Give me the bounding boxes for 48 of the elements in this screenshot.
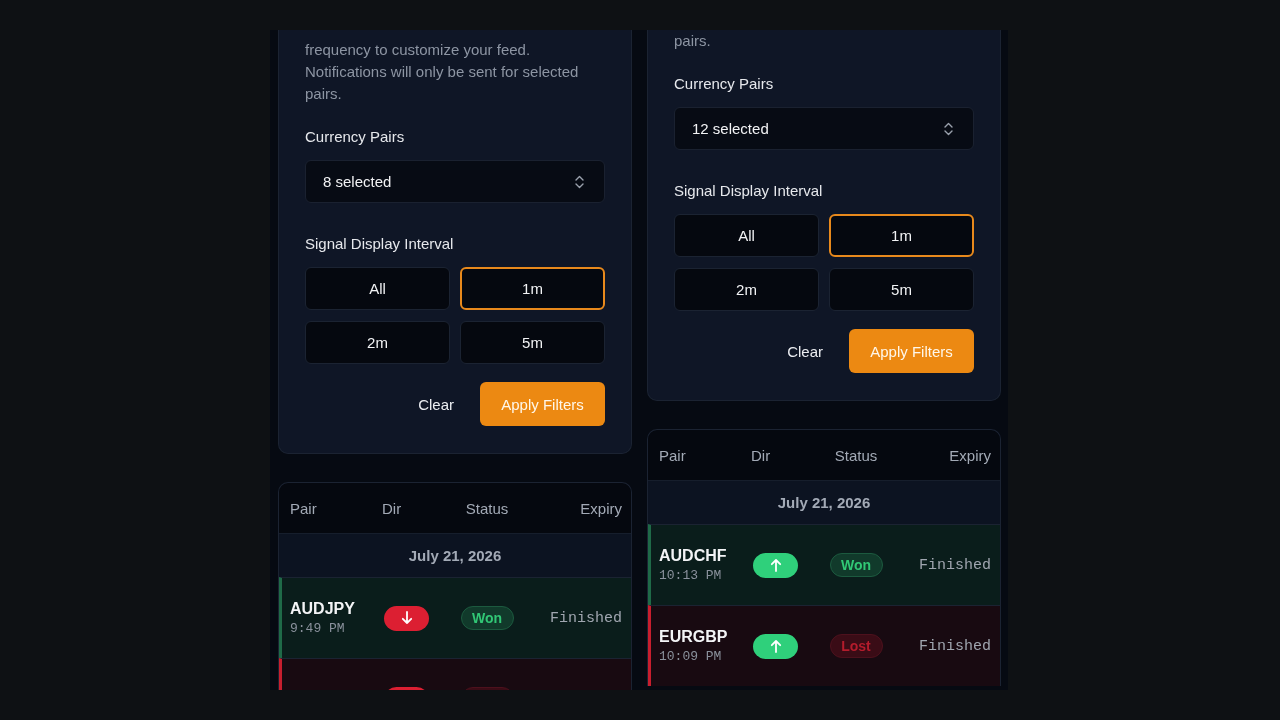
date-header: July 21, 2026 xyxy=(279,533,631,577)
interval-option[interactable]: 2m xyxy=(674,268,819,311)
arrow-down-icon xyxy=(400,611,413,625)
signal-row[interactable]: EURGBP 10:09 PM Lost Finished xyxy=(648,605,1000,686)
column-header: Pair xyxy=(659,446,687,464)
signal-time: 10:13 PM xyxy=(659,568,722,584)
column-header: Status xyxy=(833,446,879,464)
status-badge: Won xyxy=(829,553,883,577)
date-header: July 21, 2026 xyxy=(648,480,1000,524)
field-label: Currency Pairs xyxy=(674,74,775,94)
pair-symbol: EURGBP xyxy=(659,627,728,646)
interval-option[interactable]: 5m xyxy=(829,268,974,311)
interval-option[interactable]: 2m xyxy=(305,321,450,364)
pair-symbol: AUDJPY xyxy=(290,599,355,618)
arrow-up-icon xyxy=(769,639,782,653)
field-label: Currency Pairs xyxy=(305,127,406,147)
field-label: Signal Display Interval xyxy=(305,234,455,254)
status-badge: Won xyxy=(460,606,514,630)
interval-option[interactable]: All xyxy=(674,214,819,257)
column-header: Dir xyxy=(382,499,403,517)
interval-option[interactable]: 1m xyxy=(829,214,974,257)
interval-option[interactable]: All xyxy=(305,267,450,310)
field-label: Signal Display Interval xyxy=(674,181,824,201)
status-badge: Lost xyxy=(829,634,883,658)
chevron-up-down-icon xyxy=(944,121,953,136)
signal-row[interactable]: AUDCHF 10:13 PM Won Finished xyxy=(648,524,1000,605)
currency-pairs-select[interactable]: 8 selected xyxy=(305,160,605,203)
interval-option[interactable]: 1m xyxy=(460,267,605,310)
signal-time: 10:09 PM xyxy=(659,649,722,665)
description-text: pairs. xyxy=(674,31,712,51)
column-header: Dir xyxy=(751,446,772,464)
clear-button[interactable]: Clear xyxy=(785,338,825,364)
currency-pairs-select[interactable]: 12 selected xyxy=(674,107,974,150)
column-header: Status xyxy=(464,499,510,517)
chevron-up-down-icon xyxy=(575,174,584,189)
expiry-text: Finished xyxy=(919,556,991,574)
arrow-up-icon xyxy=(769,558,782,572)
column-header: Expiry xyxy=(579,499,622,517)
column-header: Expiry xyxy=(948,446,991,464)
description-text: frequency to customize your feed. Notifications will only be sent for selected pairs. xyxy=(305,40,580,104)
clear-button[interactable]: Clear xyxy=(416,391,456,417)
expiry-text: Finished xyxy=(919,637,991,655)
signal-time: 9:49 PM xyxy=(290,621,345,637)
interval-option[interactable]: 5m xyxy=(460,321,605,364)
signal-row[interactable]: AUDJPY 9:49 PM Won Finished xyxy=(279,577,631,658)
pair-symbol: AUDCHF xyxy=(659,546,727,565)
expiry-text: Finished xyxy=(550,609,622,627)
column-header: Pair xyxy=(290,499,318,517)
